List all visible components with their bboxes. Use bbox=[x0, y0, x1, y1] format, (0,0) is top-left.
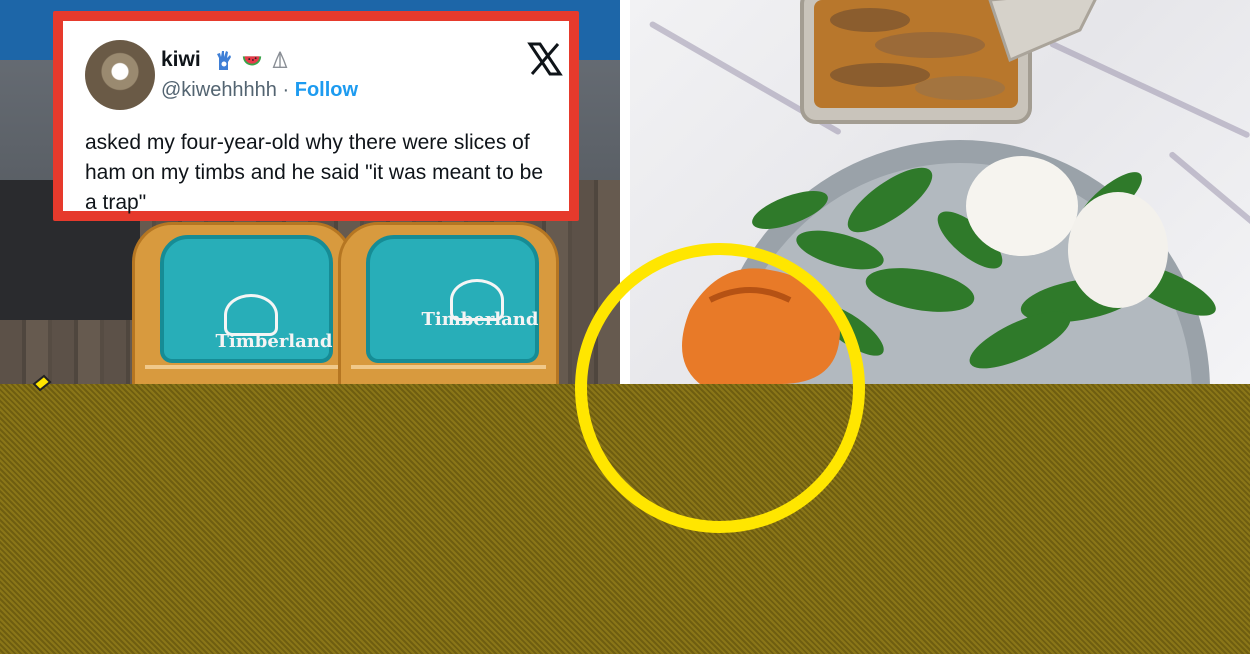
tweet-card: kiwi @kiwehhhhh · Follow asked my four-y… bbox=[53, 11, 579, 221]
tin-lid bbox=[988, 0, 1097, 63]
boot-brand-label: Timberland bbox=[421, 309, 539, 330]
x-logo-icon[interactable] bbox=[527, 41, 563, 77]
boiled-egg bbox=[1068, 192, 1168, 308]
sardine bbox=[830, 63, 930, 87]
boiled-egg bbox=[966, 156, 1078, 256]
handle-separator: · bbox=[282, 79, 290, 101]
sardine bbox=[875, 32, 985, 58]
tweet-display-name[interactable]: kiwi bbox=[161, 48, 201, 72]
sardine bbox=[915, 76, 1005, 100]
boot-brand-label: Timberland bbox=[215, 331, 333, 352]
tweet-text: asked my four-year-old why there were sl… bbox=[85, 131, 544, 214]
sparkle-icon bbox=[32, 374, 52, 392]
praying-hands-emoji-icon bbox=[272, 51, 288, 69]
image-canvas: Timberland Timberland kiwi @kiwehhhhh · … bbox=[0, 0, 1250, 654]
tweet-handle[interactable]: @kiwehhhhh bbox=[161, 79, 277, 101]
boot-tongue: Timberland bbox=[366, 235, 539, 363]
tweet-handle-row: @kiwehhhhh · Follow bbox=[161, 79, 358, 102]
right-boot: Timberland bbox=[338, 222, 559, 384]
boot-lace bbox=[351, 365, 546, 369]
sardine bbox=[830, 8, 910, 32]
highlight-circle bbox=[575, 243, 865, 533]
watermelon-emoji-icon bbox=[242, 56, 262, 66]
tree-logo-icon bbox=[224, 294, 278, 336]
avatar[interactable] bbox=[85, 40, 155, 110]
hamsa-emoji-icon bbox=[217, 51, 231, 70]
name-emojis bbox=[213, 48, 291, 72]
boot-lace bbox=[145, 365, 340, 369]
left-boot: Timberland bbox=[132, 222, 353, 384]
follow-link[interactable]: Follow bbox=[295, 79, 358, 101]
boot-tongue: Timberland bbox=[160, 235, 333, 363]
tweet-body: kiwi @kiwehhhhh · Follow asked my four-y… bbox=[63, 21, 569, 214]
